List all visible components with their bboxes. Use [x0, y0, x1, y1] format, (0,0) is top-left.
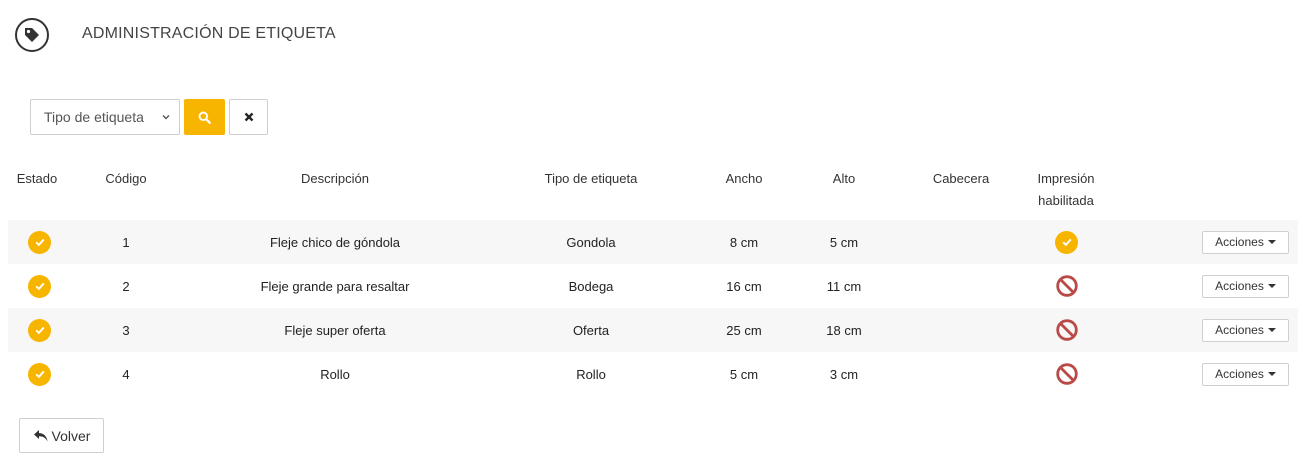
- check-circle-icon: [28, 230, 51, 254]
- back-button[interactable]: Volver: [19, 418, 104, 453]
- actions-cell: Acciones: [1202, 308, 1289, 352]
- caret-down-icon: [1267, 240, 1276, 244]
- description-cell: Rollo: [320, 366, 350, 382]
- width-cell: 16 cm: [726, 278, 762, 294]
- actions-cell: Acciones: [1202, 352, 1289, 396]
- caret-down-icon: [1267, 284, 1276, 288]
- page-header: [15, 17, 49, 53]
- table-header: Estado Código Descripción Tipo de etique…: [8, 168, 1298, 220]
- width-cell: 25 cm: [726, 322, 762, 338]
- status-cell: [27, 264, 52, 308]
- header-flag-cell: [921, 308, 1001, 352]
- actions-label: Acciones: [1215, 235, 1264, 249]
- caret-down-icon: [1267, 328, 1276, 332]
- header-codigo: Código: [105, 171, 147, 186]
- close-icon: [244, 112, 253, 122]
- check-circle-icon: [28, 362, 51, 386]
- code-cell: 1: [122, 234, 130, 250]
- print-enabled-cell: [1054, 264, 1079, 308]
- actions-dropdown-button[interactable]: Acciones: [1202, 318, 1289, 342]
- page-title: ADMINISTRACIÓN DE ETIQUETA: [82, 25, 336, 42]
- search-icon: [198, 111, 211, 124]
- label-type-select-value: Tipo de etiqueta: [44, 109, 144, 125]
- ban-icon: [1055, 275, 1078, 297]
- table-row: 3 Fleje super oferta Oferta 25 cm 18 cm …: [8, 308, 1298, 352]
- print-enabled-cell: [1054, 352, 1079, 396]
- back-button-label: Volver: [51, 427, 91, 444]
- actions-label: Acciones: [1215, 323, 1264, 337]
- print-enabled-cell: [1054, 308, 1079, 352]
- status-cell: [27, 308, 52, 352]
- height-cell: 3 cm: [829, 366, 859, 382]
- code-cell: 2: [122, 278, 130, 294]
- table-row: 4 Rollo Rollo 5 cm 3 cm Acciones: [8, 352, 1298, 396]
- header-tipo: Tipo de etiqueta: [544, 171, 638, 186]
- header-flag-cell: [921, 352, 1001, 396]
- header-descripcion: Descripción: [301, 171, 369, 186]
- height-cell: 5 cm: [829, 234, 859, 250]
- header-impresion-line-1: Impresión: [1037, 171, 1095, 186]
- caret-down-icon: [1267, 372, 1276, 376]
- actions-dropdown-button[interactable]: Acciones: [1202, 274, 1289, 298]
- label-type-select[interactable]: Tipo de etiqueta: [30, 99, 180, 135]
- ban-icon: [1055, 319, 1078, 341]
- clear-filter-button[interactable]: [229, 99, 268, 135]
- width-cell: 8 cm: [729, 234, 759, 250]
- header-impresion-line-2: habilitada: [1038, 193, 1094, 208]
- actions-dropdown-button[interactable]: Acciones: [1202, 230, 1289, 254]
- actions-cell: Acciones: [1202, 220, 1289, 264]
- check-circle-icon: [28, 274, 51, 298]
- description-cell: Fleje super oferta: [284, 322, 386, 338]
- filter-bar: Tipo de etiqueta: [30, 99, 268, 135]
- header-flag-cell: [921, 220, 1001, 264]
- height-cell: 11 cm: [826, 278, 862, 294]
- header-impresion: Impresión habilitada: [1016, 168, 1116, 212]
- code-cell: 4: [122, 366, 130, 382]
- search-button[interactable]: [184, 99, 225, 135]
- labels-table: Estado Código Descripción Tipo de etique…: [8, 168, 1298, 396]
- type-cell: Rollo: [576, 366, 606, 382]
- actions-cell: Acciones: [1202, 264, 1289, 308]
- header-alto: Alto: [832, 171, 856, 186]
- status-cell: [27, 352, 52, 396]
- header-flag-cell: [921, 264, 1001, 308]
- tag-icon: [15, 18, 49, 52]
- ban-icon: [1055, 363, 1078, 385]
- type-cell: Bodega: [568, 278, 614, 294]
- check-circle-icon: [1055, 230, 1078, 254]
- chevron-down-icon: [162, 115, 170, 120]
- height-cell: 18 cm: [826, 322, 862, 338]
- description-cell: Fleje chico de góndola: [269, 234, 401, 250]
- width-cell: 5 cm: [729, 366, 759, 382]
- table-row: 2 Fleje grande para resaltar Bodega 16 c…: [8, 264, 1298, 308]
- reply-icon: [33, 429, 48, 441]
- actions-dropdown-button[interactable]: Acciones: [1202, 362, 1289, 386]
- type-cell: Gondola: [566, 234, 616, 250]
- print-enabled-cell: [1054, 220, 1079, 264]
- table-row: 1 Fleje chico de góndola Gondola 8 cm 5 …: [8, 220, 1298, 264]
- actions-label: Acciones: [1215, 367, 1264, 381]
- type-cell: Oferta: [572, 322, 610, 338]
- status-cell: [27, 220, 52, 264]
- header-ancho: Ancho: [725, 171, 763, 186]
- header-cabecera: Cabecera: [932, 171, 990, 186]
- description-cell: Fleje grande para resaltar: [260, 278, 410, 294]
- actions-label: Acciones: [1215, 279, 1264, 293]
- check-circle-icon: [28, 318, 51, 342]
- code-cell: 3: [122, 322, 130, 338]
- header-estado: Estado: [16, 171, 58, 186]
